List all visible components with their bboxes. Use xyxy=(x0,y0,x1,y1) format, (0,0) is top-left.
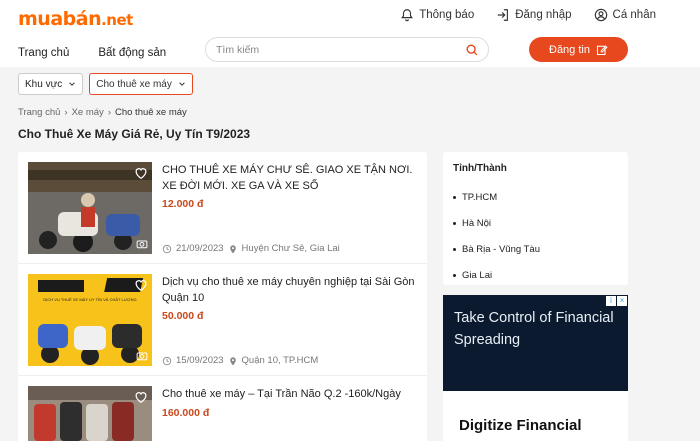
close-icon[interactable]: × xyxy=(617,296,627,306)
nav-real-estate[interactable]: Bất động sản xyxy=(98,47,166,59)
province-item-vungtau[interactable]: Bà Rịa - Vũng Tàu xyxy=(453,236,540,262)
listing-price: 12.000 đ xyxy=(162,198,204,210)
main-nav: Trang chủ Bất động sản xyxy=(18,47,166,59)
listing-price: 50.000 đ xyxy=(162,310,204,322)
listing-meta: 15/09/2023 Quận 10, TP.HCM xyxy=(162,355,318,366)
area-filter-label: Khu vực xyxy=(25,78,63,90)
edit-icon xyxy=(596,45,608,55)
listing-title[interactable]: CHO THUÊ XE MÁY CHƯ SÊ. GIAO XE TẬN NƠI.… xyxy=(162,162,417,194)
camera-icon xyxy=(136,240,148,249)
listing-thumbnail[interactable]: DỊCH VỤ THUÊ XE MÁY UY TÍN VÀ CHẤT LƯỢNG xyxy=(28,274,152,366)
top-links: Thông báo Đăng nhập Cá nhân xyxy=(400,8,656,22)
post-listing-button[interactable]: Đăng tin xyxy=(529,37,628,62)
ad-info-icon[interactable]: i xyxy=(606,296,616,306)
province-filter-panel: Tỉnh/Thành TP.HCM Hà Nội Bà Rịa - Vũng T… xyxy=(443,152,628,285)
logo-tld: .net xyxy=(101,11,133,29)
profile-link[interactable]: Cá nhân xyxy=(594,8,656,22)
province-list: TP.HCM Hà Nội Bà Rịa - Vũng Tàu Gia Lai xyxy=(453,184,540,288)
category-filter[interactable]: Cho thuê xe máy xyxy=(89,73,193,95)
logo-brand: muabán xyxy=(18,8,102,30)
listing-price: 160.000 đ xyxy=(162,407,210,419)
login-link[interactable]: Đăng nhập xyxy=(496,8,572,22)
search-icon[interactable] xyxy=(465,43,479,57)
search-input[interactable] xyxy=(216,38,456,61)
breadcrumb-motorbikes[interactable]: Xe máy xyxy=(72,107,104,118)
chevron-down-icon xyxy=(69,82,76,86)
listing-location: Quận 10, TP.HCM xyxy=(241,355,319,366)
site-logo[interactable]: muabán.net xyxy=(18,8,133,30)
listing-item[interactable]: DỊCH VỤ THUÊ XE MÁY UY TÍN VÀ CHẤT LƯỢNG… xyxy=(18,264,427,376)
page-title: Cho Thuê Xe Máy Giá Rẻ, Uy Tín T9/2023 xyxy=(18,127,251,141)
province-item-hcm[interactable]: TP.HCM xyxy=(453,184,540,210)
nav-home[interactable]: Trang chủ xyxy=(18,47,69,59)
breadcrumb: Trang chủ › Xe máy › Cho thuê xe máy xyxy=(18,107,187,118)
listing-meta: 21/09/2023 Huyện Chư Sê, Gia Lai xyxy=(162,243,340,254)
login-label: Đăng nhập xyxy=(515,9,572,21)
chevron-right-icon: › xyxy=(107,107,111,118)
notifications-label: Thông báo xyxy=(419,9,475,21)
clock-icon xyxy=(162,356,172,365)
location-pin-icon xyxy=(229,356,236,365)
chevron-right-icon: › xyxy=(64,107,68,118)
province-item-gialai[interactable]: Gia Lai xyxy=(453,262,540,288)
chevron-down-icon xyxy=(179,82,185,86)
clock-icon xyxy=(162,244,172,253)
province-item-hanoi[interactable]: Hà Nội xyxy=(453,210,540,236)
thumbnail-caption: DỊCH VỤ THUÊ XE MÁY UY TÍN VÀ CHẤT LƯỢNG xyxy=(43,297,137,302)
heart-icon[interactable] xyxy=(134,390,148,404)
listing-date: 15/09/2023 xyxy=(176,355,224,366)
listing-location: Huyện Chư Sê, Gia Lai xyxy=(241,243,340,254)
ad-banner: Take Control of Financial Spreading xyxy=(443,295,628,391)
filter-bar: Khu vực Cho thuê xe máy xyxy=(18,73,193,95)
ad-headline: Take Control of Financial Spreading xyxy=(454,310,614,348)
bell-icon xyxy=(401,9,414,22)
ad-footer: Digitize Financial xyxy=(443,391,628,441)
notifications-link[interactable]: Thông báo xyxy=(400,8,474,22)
heart-icon[interactable] xyxy=(134,166,148,180)
listing-list: CHO THUÊ XE MÁY CHƯ SÊ. GIAO XE TẬN NƠI.… xyxy=(18,152,427,441)
listing-item[interactable]: CHO THUÊ XE MÁY CHƯ SÊ. GIAO XE TẬN NƠI.… xyxy=(18,152,427,264)
advertisement[interactable]: Take Control of Financial Spreading i × … xyxy=(443,295,628,441)
camera-icon xyxy=(136,352,148,361)
category-filter-label: Cho thuê xe máy xyxy=(96,78,172,90)
listing-item[interactable]: Cho thuê xe máy – Tại Trần Não Q.2 -160k… xyxy=(18,376,427,441)
post-listing-label: Đăng tin xyxy=(549,43,590,56)
listing-thumbnail[interactable] xyxy=(28,162,152,254)
search-box xyxy=(205,37,489,62)
site-header: muabán.net Thông báo Đăng nhập Cá nhân T… xyxy=(0,0,700,67)
login-icon xyxy=(497,9,509,21)
province-heading: Tỉnh/Thành xyxy=(453,163,507,174)
ad-subheadline: Digitize Financial xyxy=(459,417,582,434)
profile-label: Cá nhân xyxy=(612,9,656,21)
breadcrumb-home[interactable]: Trang chủ xyxy=(18,107,60,118)
listing-title[interactable]: Cho thuê xe máy – Tại Trần Não Q.2 -160k… xyxy=(162,386,417,402)
breadcrumb-current: Cho thuê xe máy xyxy=(114,107,187,118)
listing-title[interactable]: Dịch vụ cho thuê xe máy chuyên nghiệp tạ… xyxy=(162,274,417,306)
heart-icon[interactable] xyxy=(134,278,148,292)
area-filter[interactable]: Khu vực xyxy=(18,73,84,95)
listing-date: 21/09/2023 xyxy=(176,243,224,254)
location-pin-icon xyxy=(229,244,236,253)
listing-thumbnail[interactable] xyxy=(28,386,152,441)
ad-controls: i × xyxy=(606,296,627,306)
user-circle-icon xyxy=(594,8,607,22)
